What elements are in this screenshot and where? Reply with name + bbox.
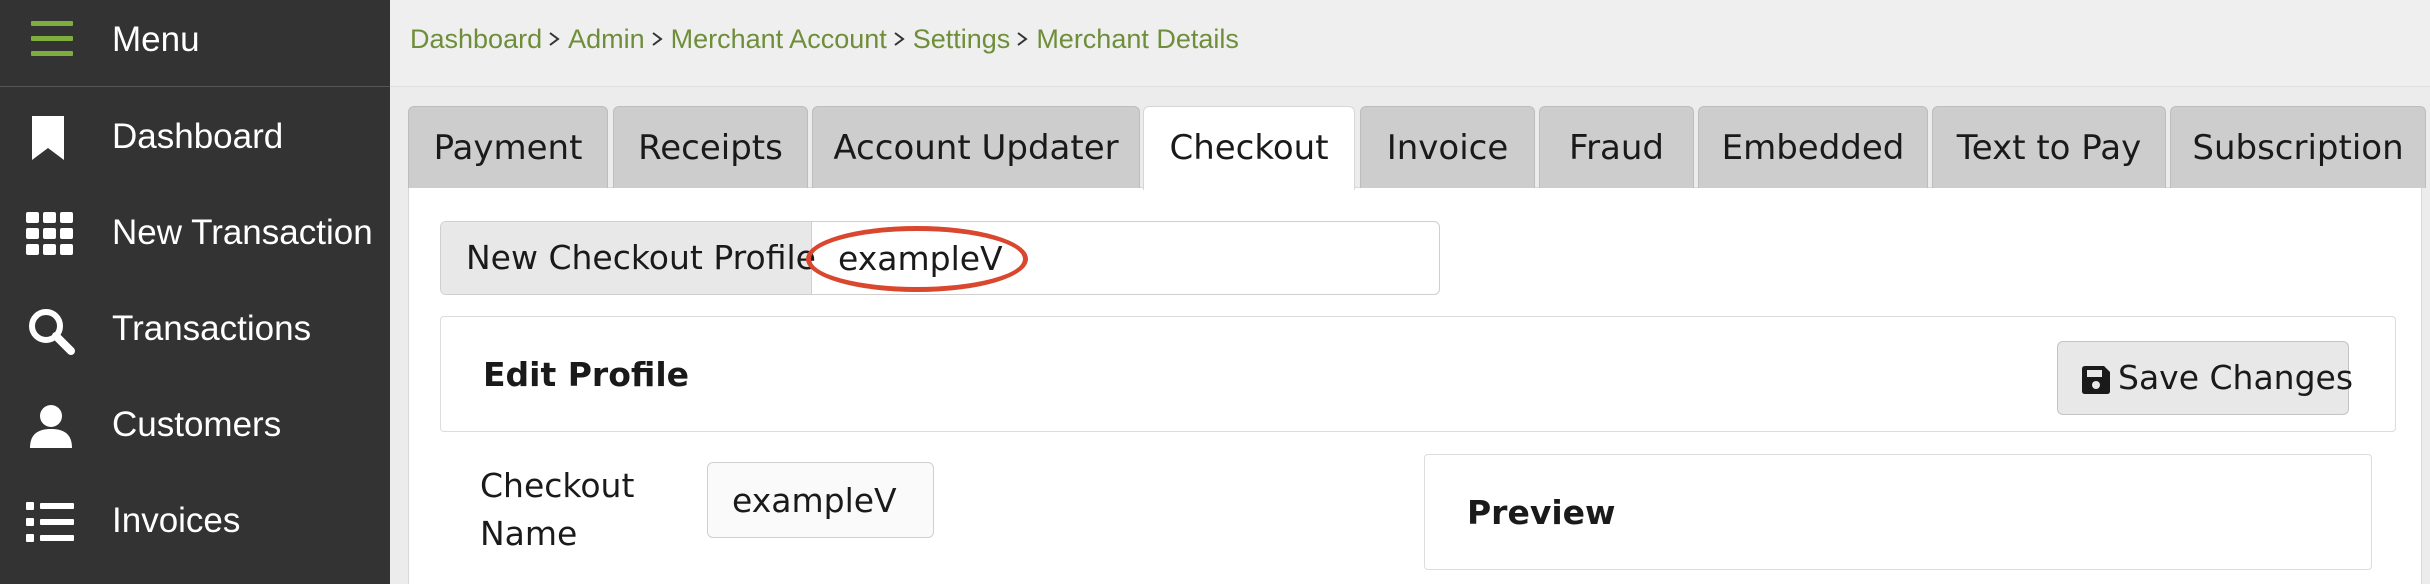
- checkout-profile-label: New Checkout Profile: [441, 222, 816, 294]
- checkout-profile-group: New Checkout Profile: [440, 221, 1440, 295]
- sidebar-item-new-transaction[interactable]: New Transaction: [0, 184, 390, 280]
- topbar: Dashboard Admin Merchant Account Settings Me…: [390, 0, 2430, 87]
- list-icon: [26, 498, 76, 548]
- sidebar-item-label: New Transaction: [112, 213, 373, 252]
- floppy-disk-icon: [2082, 366, 2110, 394]
- preview-card: Preview: [1424, 454, 2372, 570]
- search-icon: [26, 306, 76, 356]
- chevron-right-icon: [652, 32, 663, 46]
- sidebar-item-invoices[interactable]: Invoices: [0, 472, 390, 568]
- tab-subscription[interactable]: Subscription: [2170, 106, 2426, 188]
- breadcrumb-settings[interactable]: Settings: [913, 24, 1011, 54]
- sidebar-item-customers[interactable]: Customers: [0, 376, 390, 472]
- sidebar-item-label: Dashboard: [112, 117, 284, 156]
- tab-receipts[interactable]: Receipts: [613, 106, 808, 188]
- edit-profile-card: Edit Profile Save Changes: [440, 316, 2396, 432]
- save-changes-label: Save Changes: [2118, 358, 2354, 397]
- sidebar-item-label: Transactions: [112, 309, 312, 348]
- chevron-right-icon: [894, 32, 905, 46]
- hamburger-icon[interactable]: [31, 21, 73, 57]
- tab-fraud[interactable]: Fraud: [1539, 106, 1694, 188]
- breadcrumb: Dashboard Admin Merchant Account Settings Me…: [410, 22, 1239, 56]
- breadcrumb-admin[interactable]: Admin: [568, 24, 645, 54]
- user-icon: [26, 402, 76, 452]
- app-window: Menu Dashboard New Transaction Transacti…: [0, 0, 2430, 584]
- sidebar-item-label: Invoices: [112, 501, 241, 540]
- sidebar-item-label: Customers: [112, 405, 282, 444]
- tab-payment[interactable]: Payment: [408, 106, 608, 188]
- breadcrumb-merchant-account[interactable]: Merchant Account: [671, 24, 887, 54]
- chevron-right-icon: [549, 32, 560, 46]
- bookmark-icon: [26, 114, 76, 164]
- breadcrumb-dashboard[interactable]: Dashboard: [410, 24, 542, 54]
- menu-toggle[interactable]: Menu: [0, 0, 390, 87]
- chevron-right-icon: [1017, 32, 1028, 46]
- menu-label: Menu: [112, 20, 200, 59]
- tab-invoice[interactable]: Invoice: [1360, 106, 1535, 188]
- sidebar-item-dashboard[interactable]: Dashboard: [0, 88, 390, 184]
- edit-profile-title: Edit Profile: [483, 355, 690, 394]
- checkout-profile-input[interactable]: [813, 222, 1439, 294]
- tab-text-to-pay[interactable]: Text to Pay: [1932, 106, 2166, 188]
- tab-embedded[interactable]: Embedded: [1698, 106, 1928, 188]
- checkout-name-label: Checkout Name: [480, 466, 635, 553]
- grid-icon: [26, 210, 76, 260]
- preview-title: Preview: [1467, 493, 1616, 532]
- breadcrumb-merchant-details[interactable]: Merchant Details: [1036, 24, 1239, 54]
- sidebar-item-transactions[interactable]: Transactions: [0, 280, 390, 376]
- save-changes-button[interactable]: Save Changes: [2057, 341, 2353, 415]
- checkout-name-input[interactable]: [707, 462, 934, 538]
- tab-account-updater[interactable]: Account Updater: [812, 106, 1140, 188]
- tab-checkout[interactable]: Checkout: [1143, 106, 1355, 190]
- sidebar: Menu Dashboard New Transaction Transacti…: [0, 0, 390, 584]
